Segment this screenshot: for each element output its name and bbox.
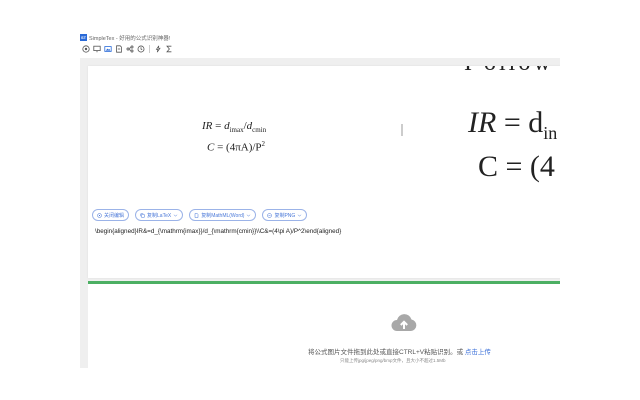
photo-icon[interactable]: [104, 45, 112, 54]
zoomed-formula: IR = din C = (4: [468, 106, 557, 184]
chevron-down-icon: [174, 214, 178, 217]
zoomed-lhs-ir: IR: [468, 106, 497, 139]
lightning-icon[interactable]: [154, 45, 162, 54]
window-title: SimpleTex - 好用的公式识别神器!: [89, 35, 171, 42]
rendered-formula-preview: IR = dimax/dcmin C = (4πA)/P2: [88, 66, 400, 194]
formula-lhs-ir: IR: [202, 120, 213, 132]
close-edit-button[interactable]: 关闭编辑: [92, 209, 130, 221]
zoomed-rhs-ir: = d: [503, 106, 544, 139]
copy-icon: [140, 213, 145, 217]
history-icon[interactable]: [137, 45, 145, 54]
upload-constraints: 只能上传jpg/jpeg/png/bmp文件，且大小不超过1.5Mb: [340, 358, 446, 363]
copy-mathml-button[interactable]: 复制MathML(Word): [189, 209, 257, 221]
upload-instruction: 将公式图片文件拖到此处或直接CTRL+V粘贴识别。或 点击上传: [308, 346, 491, 356]
monitor-icon[interactable]: [93, 45, 101, 54]
formula-rhs-c: = (4πA)/P: [214, 141, 262, 154]
chevron-down-icon: [298, 214, 302, 217]
copy-png-button[interactable]: 复制PNG: [262, 209, 308, 221]
sigma-icon[interactable]: [165, 45, 173, 54]
action-buttons: 关闭编辑 复制LaTeX 复制MathML(Word) 复制PNG: [92, 209, 308, 221]
upload-main-text: 将公式图片文件拖到此处或直接CTRL+V粘贴识别。或: [308, 349, 464, 356]
toolbar: [82, 43, 173, 55]
copy-latex-button[interactable]: 复制LaTeX: [135, 209, 184, 221]
document-icon[interactable]: [115, 45, 123, 54]
result-card: IR = dimax/dcmin C = (4πA)/P2 I ollow IR…: [88, 66, 560, 278]
close-edit-label: 关闭编辑: [104, 212, 125, 219]
copy-png-label: 复制PNG: [274, 212, 296, 219]
zoomed-line-c: C = (4: [478, 150, 555, 183]
click-upload-link[interactable]: 点击上传: [465, 349, 491, 356]
copy-latex-label: 复制LaTeX: [147, 212, 172, 219]
title-bar: ST SimpleTex - 好用的公式识别神器!: [80, 32, 560, 43]
close-circle-icon: [97, 212, 102, 218]
latex-editor[interactable]: \begin{aligned}IR&=d_{\mathrm{imax}}/d_{…: [95, 228, 341, 235]
split-divider-handle[interactable]: [401, 124, 403, 136]
copy-mathml-label: 复制MathML(Word): [201, 212, 245, 219]
camera-icon[interactable]: [82, 45, 90, 54]
zoomed-subscript: in: [543, 123, 558, 143]
image-icon: [267, 212, 273, 218]
cropped-source-text: I ollow: [464, 66, 554, 77]
chevron-down-icon: [247, 214, 251, 217]
exponent: 2: [261, 140, 266, 149]
cloud-upload-icon[interactable]: [390, 313, 418, 333]
zoomed-formula-preview: I ollow IR = din C = (4: [404, 66, 560, 194]
share-icon[interactable]: [126, 45, 134, 54]
subscript-imax: imax: [229, 126, 244, 135]
document-icon: [194, 212, 199, 218]
toolbar-divider: [149, 45, 150, 53]
subscript-cmin: cmin: [252, 126, 267, 135]
app-logo: ST: [80, 34, 87, 41]
rendered-formula: IR = dimax/dcmin C = (4πA)/P2: [202, 120, 267, 154]
